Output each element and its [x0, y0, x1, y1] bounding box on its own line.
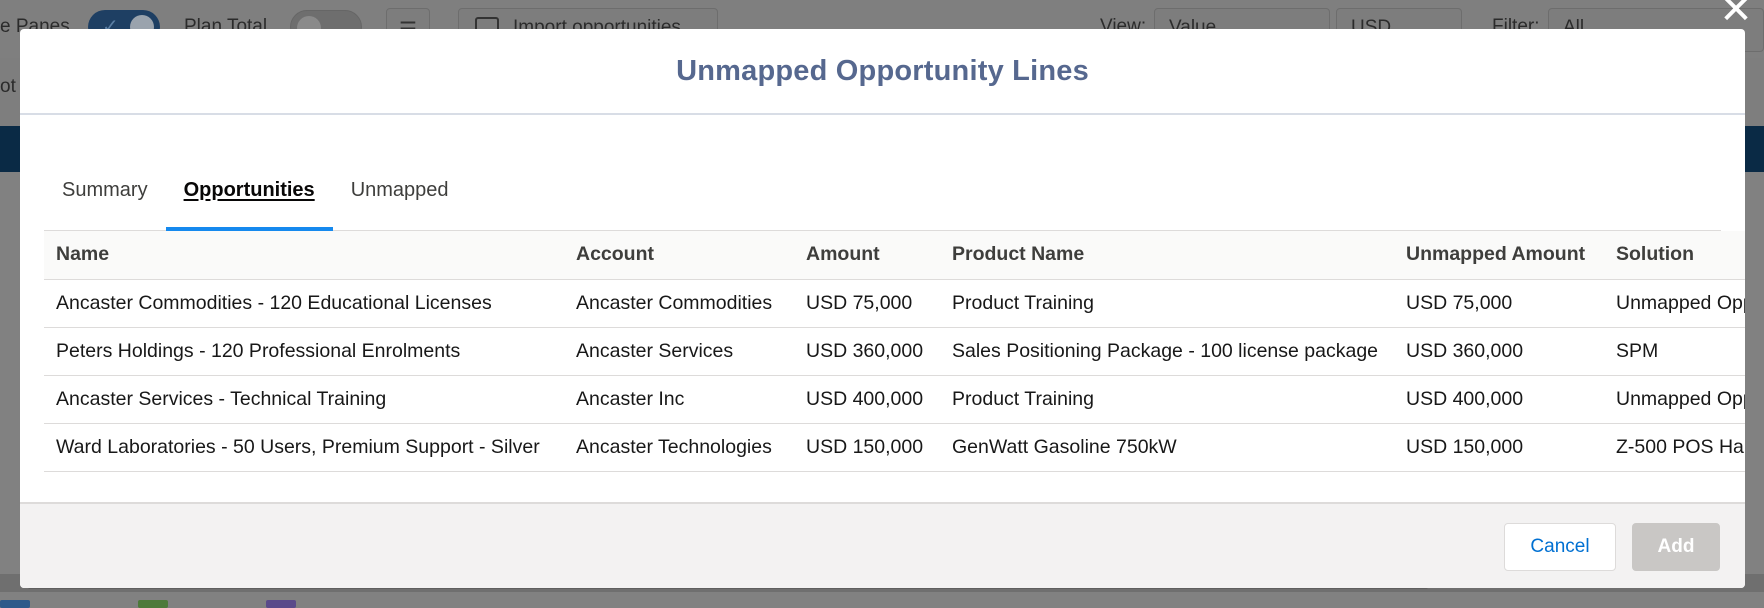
modal-footer: Cancel Add — [20, 502, 1745, 588]
table-header-row: Name Account Amount Product Name Unmappe… — [44, 231, 1745, 280]
cell-account: Ancaster Commodities — [564, 279, 794, 328]
column-header-name[interactable]: Name — [44, 231, 564, 280]
cell-account: Ancaster Services — [564, 327, 794, 376]
cell-account: Ancaster Technologies — [564, 423, 794, 472]
tab-bar: Summary Opportunities Unmapped — [44, 150, 1721, 231]
cell-name: Ward Laboratories - 50 Users, Premium Su… — [44, 423, 564, 472]
modal-title: Unmapped Opportunity Lines — [676, 54, 1089, 87]
column-header-solution[interactable]: Solution — [1604, 231, 1745, 280]
cell-solution: Unmapped Opportunities — [1604, 279, 1745, 328]
add-button[interactable]: Add — [1632, 523, 1720, 571]
cell-amount: USD 75,000 — [794, 279, 940, 328]
background-row-fragment: ot — [0, 76, 16, 97]
cell-name: Peters Holdings - 120 Professional Enrol… — [44, 327, 564, 376]
cell-unmapped-amount: USD 75,000 — [1394, 279, 1604, 328]
column-header-unmapped-amount[interactable]: Unmapped Amount — [1394, 231, 1604, 280]
tab-opportunities[interactable]: Opportunities — [165, 150, 333, 231]
background-chip — [138, 600, 168, 608]
opportunities-table: Name Account Amount Product Name Unmappe… — [44, 231, 1745, 472]
cell-unmapped-amount: USD 400,000 — [1394, 375, 1604, 424]
column-header-product-name[interactable]: Product Name — [940, 231, 1394, 280]
cell-unmapped-amount: USD 360,000 — [1394, 327, 1604, 376]
cell-product-name: Sales Positioning Package - 100 license … — [940, 327, 1394, 376]
tab-unmapped[interactable]: Unmapped — [333, 150, 467, 230]
tab-summary[interactable]: Summary — [44, 150, 166, 230]
cell-name: Ancaster Services - Technical Training — [44, 375, 564, 424]
cell-solution: Unmapped Opportunities — [1604, 375, 1745, 424]
cell-unmapped-amount: USD 150,000 — [1394, 423, 1604, 472]
cancel-button[interactable]: Cancel — [1504, 523, 1616, 571]
cell-amount: USD 400,000 — [794, 375, 940, 424]
close-icon[interactable]: ✕ — [1716, 0, 1756, 30]
cell-amount: USD 360,000 — [794, 327, 940, 376]
cell-solution: Z-500 POS Hardware — [1604, 423, 1745, 472]
cell-name: Ancaster Commodities - 120 Educational L… — [44, 279, 564, 328]
column-header-account[interactable]: Account — [564, 231, 794, 280]
opportunities-table-container: Name Account Amount Product Name Unmappe… — [44, 231, 1745, 473]
cell-solution: SPM — [1604, 327, 1745, 376]
cell-product-name: Product Training — [940, 279, 1394, 328]
cell-product-name: Product Training — [940, 375, 1394, 424]
modal-header: Unmapped Opportunity Lines — [20, 29, 1745, 115]
cell-product-name: GenWatt Gasoline 750kW — [940, 423, 1394, 472]
unmapped-opportunity-lines-modal: Unmapped Opportunity Lines Summary Oppor… — [20, 29, 1745, 588]
cell-amount: USD 150,000 — [794, 423, 940, 472]
column-header-amount[interactable]: Amount — [794, 231, 940, 280]
background-chip — [266, 600, 296, 608]
background-chip — [0, 600, 30, 608]
table-row[interactable]: Peters Holdings - 120 Professional Enrol… — [44, 327, 1745, 376]
cell-account: Ancaster Inc — [564, 375, 794, 424]
table-row[interactable]: Ward Laboratories - 50 Users, Premium Su… — [44, 423, 1745, 472]
table-row[interactable]: Ancaster Services - Technical Training A… — [44, 375, 1745, 424]
table-row[interactable]: Ancaster Commodities - 120 Educational L… — [44, 279, 1745, 328]
